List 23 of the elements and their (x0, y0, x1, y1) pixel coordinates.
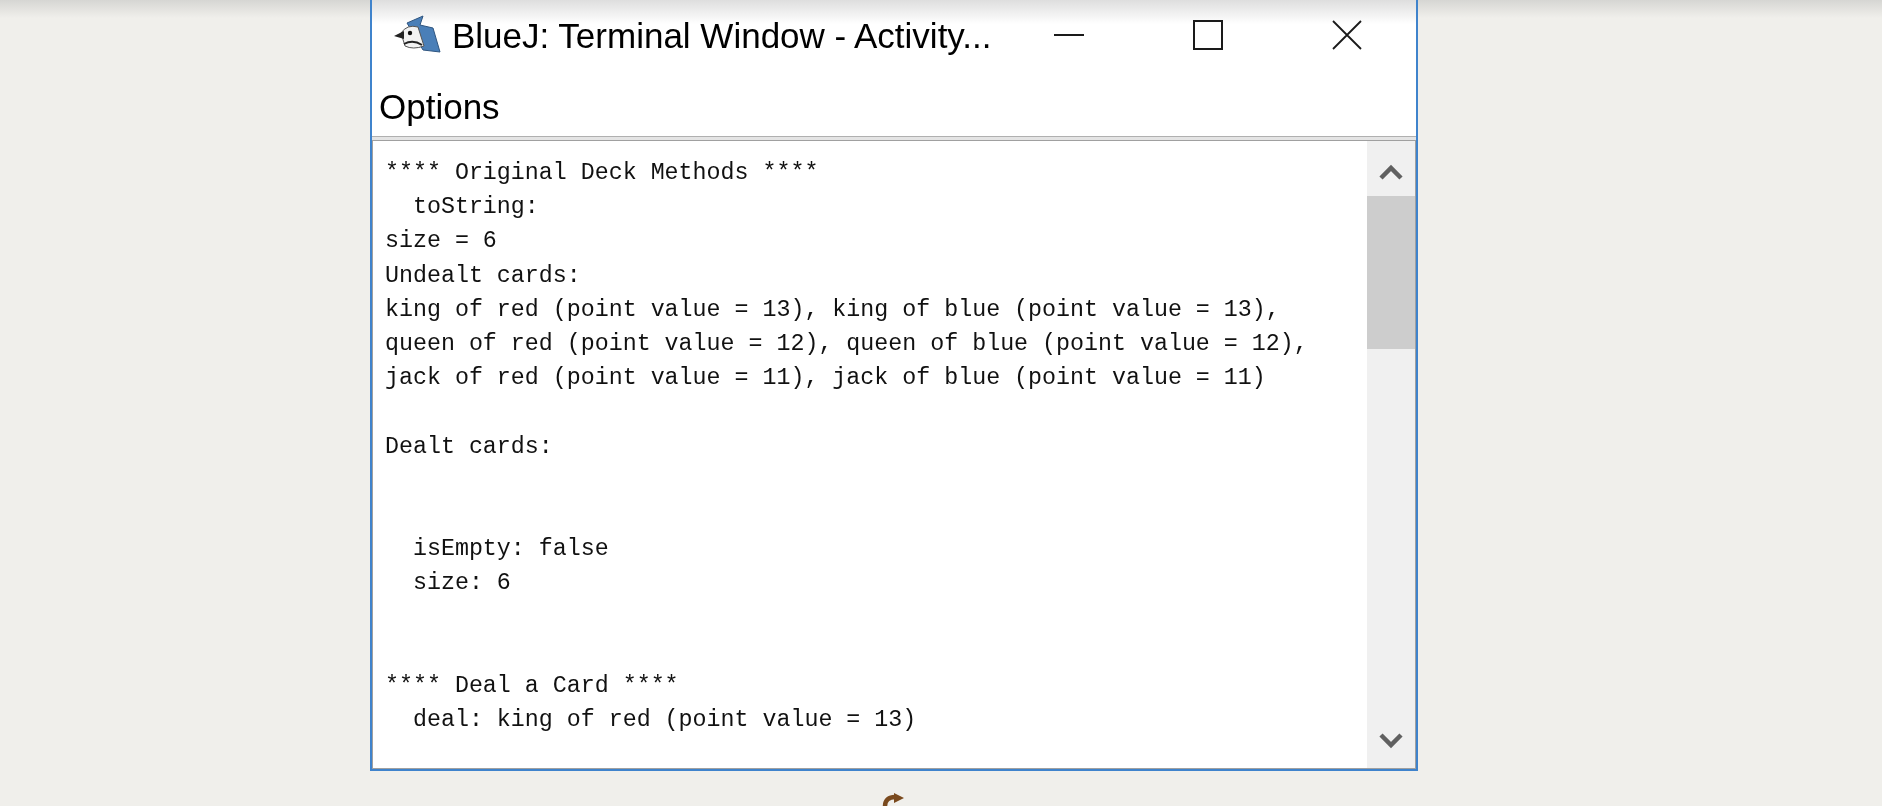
output-line: **** Deal a Card **** (385, 672, 679, 699)
output-line: **** Original Deck Methods **** (385, 160, 819, 186)
output-line: Undealt cards: (385, 262, 581, 289)
bird-icon (393, 15, 441, 55)
output-line: toString: (412, 194, 539, 221)
output-line: isEmpty: false (412, 536, 609, 563)
scroll-down-button[interactable] (1367, 714, 1415, 768)
output-line: jack of red (point value = 11), jack of blue (point value = 11) (385, 365, 1266, 392)
output-line: king of red (point value = 13), king of blue (point value = 13), (385, 296, 1280, 323)
output-line: size: 6 (412, 570, 511, 597)
chevron-down-icon (1379, 733, 1403, 749)
output-line: Dealt cards: (385, 433, 553, 460)
close-icon (1331, 20, 1362, 50)
chevron-up-icon (1379, 164, 1403, 180)
options-menu[interactable]: Options (373, 85, 506, 128)
scroll-up-button[interactable] (1367, 141, 1415, 195)
window-title: BlueJ: Terminal Window - Activity... (452, 17, 992, 53)
output-line: queen of red (point value = 12), queen of blue (point value = 12), (385, 330, 1308, 357)
output-line: deal: king of red (point value = 13) (412, 707, 917, 733)
minimize-icon (1053, 34, 1084, 36)
maximize-icon (1192, 20, 1223, 50)
output-line: size = 6 (385, 228, 497, 255)
scrollbar-thumb[interactable] (1367, 196, 1415, 349)
